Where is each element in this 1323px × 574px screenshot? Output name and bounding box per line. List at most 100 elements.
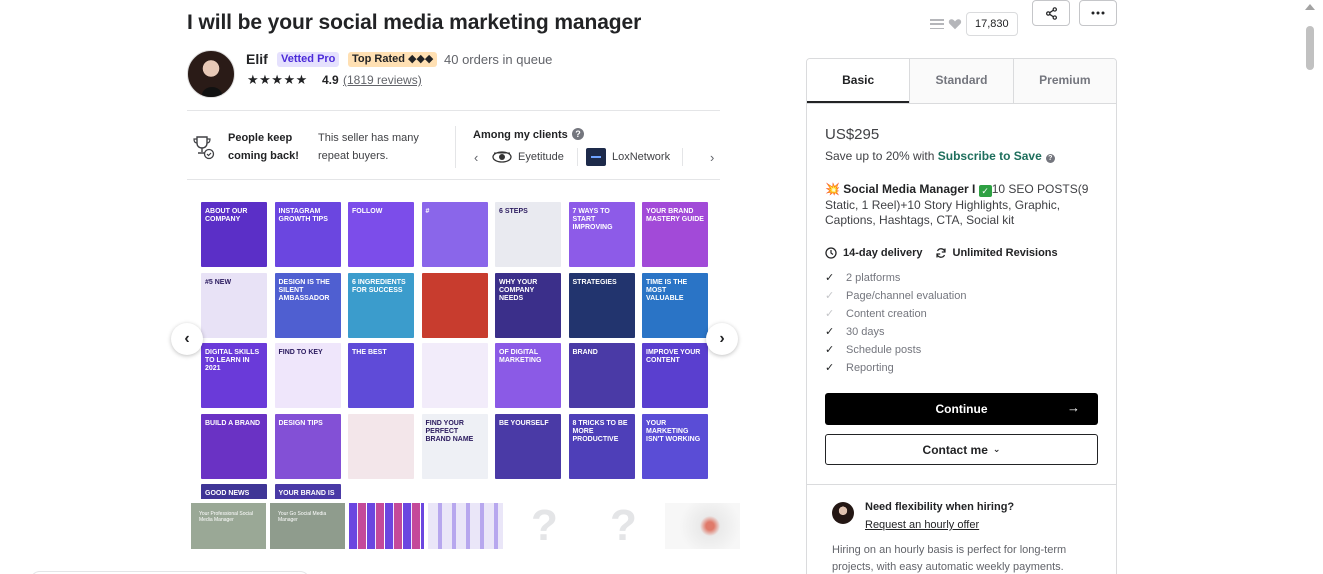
gallery-tile[interactable]: Strategies: [568, 272, 635, 338]
divider: [807, 484, 1116, 485]
gallery-thumbnail[interactable]: Your Professional Social Media Manager: [191, 503, 266, 549]
tile-caption: Your marketing isn't working: [646, 419, 701, 443]
gallery-tile[interactable]: Digital skills to learn in 2021: [201, 343, 267, 408]
scrollbar-thumb[interactable]: [1306, 26, 1314, 70]
refresh-icon: [935, 248, 946, 258]
gallery-tile[interactable]: Design is the silent ambassador: [274, 272, 341, 338]
hourly-text: Hiring on an hourly basis is perfect for…: [832, 544, 1067, 573]
scroll-up-icon[interactable]: [1305, 4, 1315, 10]
gallery-tile[interactable]: [348, 413, 414, 479]
share-icon: [1045, 6, 1057, 20]
gallery-image-grid[interactable]: ABOUT OUR company Instagram growth tips Fo…: [201, 202, 708, 499]
reviews-link[interactable]: (1819 reviews): [343, 73, 422, 87]
gallery-tile[interactable]: The best: [348, 343, 414, 408]
gallery-tile[interactable]: 8 tricks to be more productive: [568, 413, 635, 479]
tile-caption: Instagram growth tips: [278, 208, 328, 223]
gallery-tile[interactable]: ABOUT OUR company: [201, 202, 267, 267]
clients-next-icon[interactable]: ›: [710, 150, 714, 165]
tile-caption: 6 ingredients for success: [352, 278, 406, 294]
tile-caption: Strategies: [572, 278, 617, 286]
rating-score: 4.9: [322, 73, 339, 87]
help-icon[interactable]: ?: [572, 128, 584, 140]
seller-mini-avatar: [832, 502, 854, 524]
gallery-tile[interactable]: Improve your content: [642, 343, 708, 408]
gallery-tile[interactable]: Good news: [201, 484, 267, 499]
trophy-icon: [193, 136, 215, 160]
subscribe-to-save-link[interactable]: Subscribe to Save: [938, 149, 1042, 163]
seller-name[interactable]: Elif: [246, 51, 268, 67]
gallery-tile[interactable]: Why your company needs: [495, 272, 561, 338]
gallery-tile[interactable]: Build a brand: [201, 413, 267, 479]
gallery-tile[interactable]: #5 new: [201, 272, 267, 338]
sparkle-icon: 💥: [825, 182, 840, 196]
gallery-tile[interactable]: Find to key: [274, 343, 341, 408]
arrow-right-icon: →: [1067, 400, 1080, 415]
gallery-tile[interactable]: Design tips: [274, 413, 341, 479]
trust-section: People keep coming back! This seller has …: [187, 124, 720, 170]
seller-avatar[interactable]: [187, 50, 235, 98]
top-rated-badge: Top Rated ◆◆◆: [348, 52, 438, 67]
client-eyetitude: Eyetitude: [492, 148, 564, 166]
gallery-tile[interactable]: Brand: [568, 343, 635, 408]
gallery-tile[interactable]: Your brand mastery guide: [642, 202, 708, 267]
contact-label: Contact me: [922, 442, 988, 457]
share-button[interactable]: [1032, 0, 1070, 26]
gallery-tile[interactable]: 6 steps: [495, 202, 561, 267]
gallery-tile[interactable]: Your marketing isn't working: [642, 413, 708, 479]
chevron-right-icon: ›: [719, 330, 725, 347]
gallery-prev-button[interactable]: ‹: [171, 323, 203, 355]
gallery-thumbnail[interactable]: Your Go Social Media Manager: [270, 503, 345, 549]
gallery-tile[interactable]: Follow: [348, 202, 414, 267]
tile-caption: 8 tricks to be more productive: [572, 419, 628, 443]
tile-caption: #: [425, 208, 430, 215]
gallery-thumbnail[interactable]: [428, 503, 503, 549]
vetted-pro-badge: Vetted Pro: [277, 52, 340, 67]
tile-caption: Improve your content: [646, 349, 701, 364]
more-icon: [1091, 11, 1105, 15]
help-icon[interactable]: ?: [1045, 154, 1055, 163]
collections-icon[interactable]: [930, 17, 944, 31]
gallery-tile[interactable]: 7 ways to start improving: [568, 202, 635, 267]
gallery-tile[interactable]: 6 ingredients for success: [348, 272, 414, 338]
tile-caption: Find to key: [278, 349, 323, 356]
gallery-tile[interactable]: Find your perfect brand name: [421, 413, 488, 479]
tab-premium[interactable]: Premium: [1012, 59, 1116, 103]
feature-label: Reporting: [846, 362, 894, 374]
eyetitude-logo-icon: [492, 151, 512, 163]
revisions: Unlimited Revisions: [952, 247, 1058, 259]
gallery-tile[interactable]: [421, 343, 488, 408]
feature-label: 2 platforms: [846, 272, 901, 284]
tile-caption: Time is the most valuable: [646, 278, 688, 302]
gallery-tile[interactable]: Instagram growth tips: [274, 202, 341, 267]
tab-basic[interactable]: Basic: [807, 59, 910, 103]
thumbnail-caption: Your Go Social Media Manager: [278, 511, 327, 523]
gallery-tile[interactable]: Be yourself: [495, 413, 561, 479]
gallery-tile[interactable]: [421, 272, 488, 338]
gallery-next-button[interactable]: ›: [706, 323, 738, 355]
tab-standard[interactable]: Standard: [909, 59, 1013, 103]
feature-item: ✓ Schedule posts: [825, 341, 966, 359]
more-button[interactable]: [1079, 0, 1117, 26]
gallery-tile[interactable]: Of digital marketing: [495, 343, 561, 408]
gallery-tile[interactable]: #: [421, 202, 488, 267]
divider: [187, 110, 720, 111]
repeat-line-1: This seller has many: [318, 132, 419, 144]
tile-caption: Build a brand: [205, 419, 261, 427]
gallery-thumbnail[interactable]: ?: [586, 503, 661, 549]
heart-icon[interactable]: [948, 17, 962, 31]
contact-me-button[interactable]: Contact me ⌄: [825, 434, 1098, 465]
tile-caption: Why your company needs: [499, 278, 538, 302]
check-icon: ✓: [825, 362, 835, 374]
client-name: LoxNetwork: [612, 151, 671, 163]
gallery-thumbnail[interactable]: [349, 503, 424, 549]
gallery-thumbnail[interactable]: [665, 503, 740, 549]
continue-button[interactable]: Continue →: [825, 393, 1098, 425]
tile-caption: ABOUT OUR company: [205, 208, 248, 223]
tile-caption: Be yourself: [499, 419, 549, 427]
gallery-thumbnail[interactable]: ?: [507, 503, 582, 549]
gallery-tile[interactable]: Your brand is: [274, 484, 341, 499]
hourly-offer-link[interactable]: Request an hourly offer: [865, 519, 979, 531]
gallery-tile[interactable]: Time is the most valuable: [642, 272, 708, 338]
clients-prev-icon[interactable]: ‹: [474, 150, 478, 165]
reviews-link-wrap: (1819 reviews): [343, 73, 422, 87]
